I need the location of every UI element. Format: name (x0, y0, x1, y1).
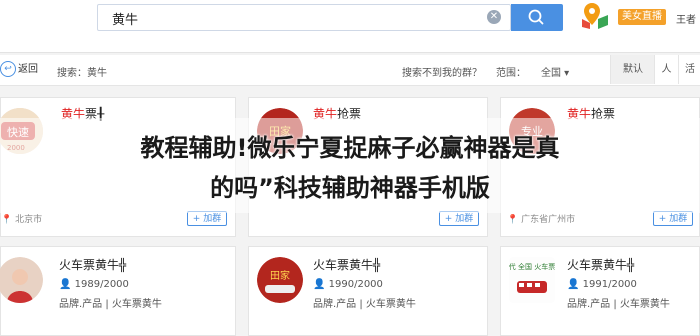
sort-tab-active[interactable]: 活 (678, 55, 700, 84)
overlay-headline-line2: 的吗”科技辅助神器手机版 (210, 174, 490, 202)
group-title[interactable]: 火车票黄牛╬ (59, 256, 126, 273)
back-button[interactable]: ↩ 返回 (0, 61, 40, 79)
search-box[interactable] (97, 4, 511, 32)
filter-bar: ↩ 返回 搜索：黄牛 搜索不到我的群？ 范围： 全国 ▾ 默认 人 活 (0, 55, 700, 86)
live-badge[interactable]: 美女直播 (618, 9, 666, 25)
add-group-button[interactable]: + 加群 (653, 211, 693, 226)
top-bar: ✕ 美女直播 王者 (0, 0, 700, 53)
group-member-count: 👤 1990/2000 (313, 279, 383, 290)
add-group-button[interactable]: + 加群 (187, 211, 227, 226)
range-select[interactable]: 全国 ▾ (541, 64, 569, 79)
group-tags: 品牌.产品 | 火车票黄牛 (59, 299, 162, 310)
group-avatar (0, 257, 43, 303)
group-title[interactable]: 火车票黄牛╬ (313, 256, 380, 273)
search-icon (528, 9, 544, 25)
search-button[interactable] (511, 4, 563, 31)
group-member-count: 👤 1989/2000 (59, 279, 129, 290)
group-title[interactable]: 火车票黄牛╬ (567, 256, 634, 273)
group-avatar: 田家 (257, 257, 303, 303)
group-card[interactable]: 代 全国 火车票 火车票黄牛╬ 👤 1991/2000 品牌.产品 | 火车票黄… (500, 246, 700, 336)
clear-icon[interactable]: ✕ (487, 10, 501, 24)
group-location: 📍 广东省广州市 (507, 215, 576, 225)
group-member-count: 👤 1991/2000 (567, 279, 637, 290)
back-arrow-icon: ↩ (0, 61, 16, 77)
back-label: 返回 (18, 64, 38, 75)
group-card[interactable]: 田家 火车票黄牛╬ 👤 1990/2000 品牌.产品 | 火车票黄牛 (248, 246, 488, 336)
sort-tab-people[interactable]: 人 (654, 55, 678, 84)
group-card[interactable]: 火车票黄牛╬ 👤 1989/2000 品牌.产品 | 火车票黄牛 (0, 246, 236, 336)
range-label: 范围： (496, 68, 526, 79)
overlay-headline-line1: 教程辅助!微乐宁夏捉麻子必赢神器是真 (140, 134, 560, 162)
help-link[interactable]: 搜索不到我的群？ (402, 64, 482, 79)
svg-text:田家: 田家 (270, 269, 290, 282)
avatar-image (0, 257, 43, 303)
group-tags: 品牌.产品 | 火车票黄牛 (313, 299, 416, 310)
search-input[interactable] (110, 5, 474, 32)
avatar-image: 田家 (257, 257, 303, 303)
add-group-button[interactable]: + 加群 (439, 211, 479, 226)
location-pin-icon[interactable] (578, 1, 610, 31)
group-location: 📍 北京市 (1, 215, 43, 225)
avatar-image: 代 全国 火车票 (509, 257, 555, 303)
svg-text:代 全国 火车票: 代 全国 火车票 (509, 262, 555, 271)
search-tag: 搜索：黄牛 (57, 68, 107, 79)
sort-tab-default[interactable]: 默认 (610, 55, 655, 84)
user-name[interactable]: 王者 (676, 11, 696, 26)
group-avatar: 代 全国 火车票 (509, 257, 555, 303)
group-tags: 品牌.产品 | 火车票黄牛 (567, 299, 670, 310)
